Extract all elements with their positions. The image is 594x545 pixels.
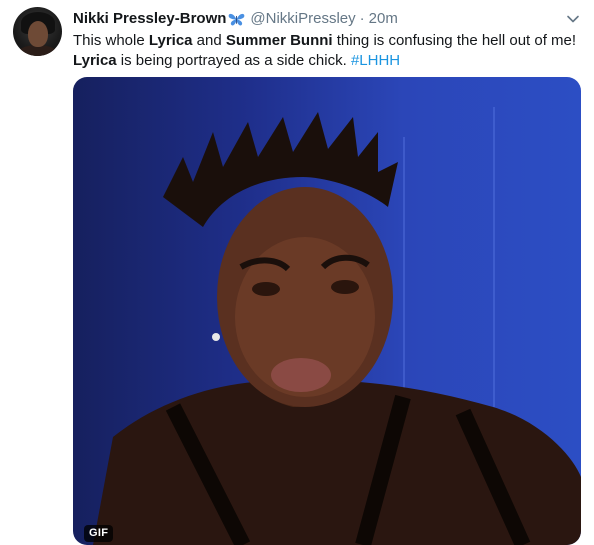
- avatar[interactable]: [13, 7, 62, 56]
- tweet-text-bold: Summer Bunni: [225, 32, 333, 49]
- tweet-card[interactable]: Nikki Pressley-Brown @NikkiPressley · 20…: [0, 0, 594, 545]
- tweet-text-part: is being portrayed as a side chick.: [116, 52, 351, 69]
- separator-dot: ·: [359, 10, 365, 27]
- hashtag-link[interactable]: #LHHH: [351, 52, 400, 69]
- chevron-down-icon[interactable]: [566, 12, 580, 26]
- butterfly-icon: [229, 13, 245, 25]
- tweet-header: Nikki Pressley-Brown @NikkiPressley · 20…: [73, 10, 398, 28]
- tweet-text: This whole Lyrica and Summer Bunni thing…: [73, 31, 588, 71]
- author-handle[interactable]: @NikkiPressley: [250, 10, 355, 28]
- tweet-text-bold: Lyrica: [148, 32, 193, 49]
- avatar-face: [28, 21, 48, 47]
- tweet-text-part: thing is confusing the hell out of me!: [332, 32, 577, 49]
- gif-frame-illustration: [93, 112, 581, 545]
- tweet-text-bold: Lyrica: [73, 52, 117, 69]
- tweet-text-part: and: [192, 32, 226, 49]
- timestamp[interactable]: 20m: [369, 10, 398, 28]
- tweet-text-part: This whole: [73, 32, 149, 49]
- author-name[interactable]: Nikki Pressley-Brown: [73, 10, 226, 28]
- gif-badge: GIF: [84, 525, 114, 542]
- gif-media[interactable]: [73, 77, 581, 545]
